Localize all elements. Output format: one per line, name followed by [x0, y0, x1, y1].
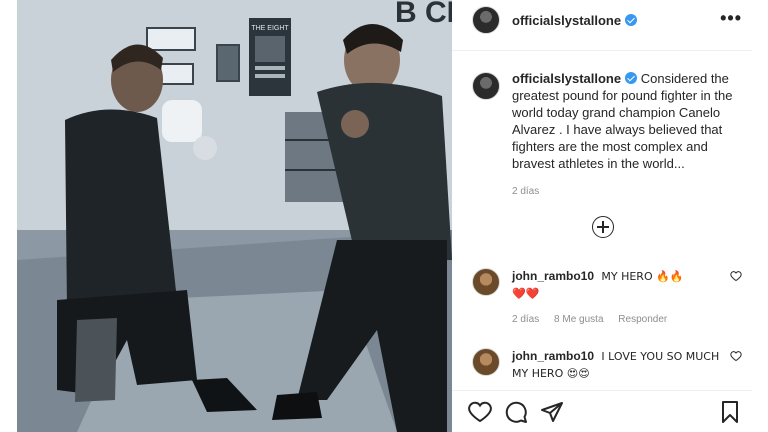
comment-body: MY HERO 🔥🔥 [601, 270, 684, 283]
comment-text: john_rambo10 MY HERO 🔥🔥 ❤️❤️ [512, 268, 722, 302]
post-actions [468, 398, 744, 426]
comment-like-heart-icon[interactable] [730, 350, 742, 362]
comment-time[interactable]: 2 días [512, 314, 539, 325]
post-header: officialslystallone [472, 6, 742, 34]
comment-meta: 2 días 8 Me gusta Responder [512, 314, 742, 325]
post-photo[interactable]: THE EIGHT B CH [17, 0, 452, 432]
post-caption: officialslystallone Considered the great… [472, 70, 742, 197]
post-side-panel: officialslystallone ••• officialslystall… [452, 0, 752, 432]
comment-like-heart-icon[interactable] [730, 270, 742, 282]
verified-badge-icon [625, 14, 638, 26]
verified-badge-icon [625, 72, 638, 84]
author-avatar[interactable] [472, 6, 500, 34]
caption-username[interactable]: officialslystallone [512, 71, 621, 86]
comment-text: john_rambo10 I LOVE YOU SO MUCH MY HERO … [512, 348, 722, 382]
comment-item: john_rambo10 I LOVE YOU SO MUCH MY HERO … [472, 348, 742, 382]
actions-divider [452, 390, 752, 391]
wall-letters: B CH [395, 0, 452, 29]
photo-illustration: THE EIGHT B CH [17, 0, 452, 432]
comment-icon[interactable] [504, 400, 528, 424]
caption-time[interactable]: 2 días [512, 186, 742, 197]
bookmark-icon[interactable] [718, 400, 742, 424]
comment-likes[interactable]: 8 Me gusta [554, 314, 603, 325]
commenter-username[interactable]: john_rambo10 [512, 349, 594, 363]
commenter-avatar[interactable] [472, 348, 500, 376]
header-divider [452, 50, 752, 51]
more-options-icon[interactable]: ••• [720, 8, 742, 29]
author-username[interactable]: officialslystallone [512, 13, 621, 28]
reply-button[interactable]: Responder [618, 314, 667, 325]
comment-body-line2: ❤️❤️ [512, 287, 540, 300]
commenter-avatar[interactable] [472, 268, 500, 296]
poster-text: THE EIGHT [251, 25, 289, 32]
caption-text: officialslystallone Considered the great… [512, 70, 742, 172]
heart-icon[interactable] [468, 400, 492, 424]
caption-body: Considered the greatest pound for pound … [512, 71, 733, 171]
caption-avatar[interactable] [472, 72, 500, 100]
commenter-username[interactable]: john_rambo10 [512, 269, 594, 283]
load-more-comments-icon[interactable] [592, 216, 614, 238]
paper-plane-icon[interactable] [540, 400, 564, 424]
comment-item: john_rambo10 MY HERO 🔥🔥 ❤️❤️ 2 días 8 Me… [472, 268, 742, 325]
